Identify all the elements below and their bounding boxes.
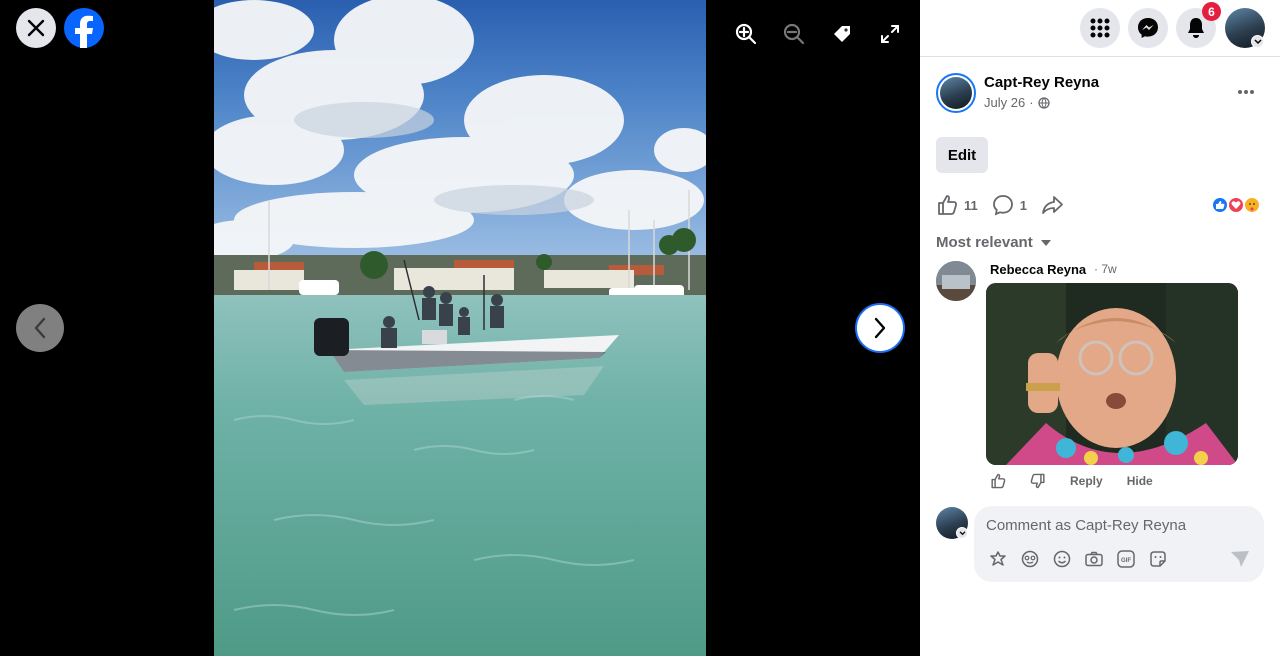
gif-button[interactable]: GIF: [1116, 550, 1136, 568]
commenter-name[interactable]: Rebecca Reyna: [990, 262, 1086, 277]
globe-icon[interactable]: [1037, 96, 1050, 109]
post-action-bar: 11 1: [936, 192, 1077, 218]
zoom-out-icon: [783, 23, 805, 45]
fullscreen-button[interactable]: [870, 14, 910, 54]
tag-icon: [834, 26, 850, 42]
send-icon: [1231, 551, 1249, 567]
chevron-right-icon: [874, 317, 886, 339]
comment-hide-button[interactable]: Hide: [1127, 474, 1153, 488]
chevron-left-icon: [34, 317, 46, 339]
menu-button[interactable]: [1080, 8, 1120, 48]
account-chevron[interactable]: [1251, 35, 1264, 48]
menu-grid-icon: [1090, 18, 1110, 38]
avatar: [940, 77, 972, 109]
composer-tools: GIF: [988, 550, 1168, 568]
share-icon: [1042, 196, 1063, 214]
thumbs-up-icon: [991, 473, 1006, 489]
messenger-icon: [1138, 18, 1158, 38]
notification-count-badge: 6: [1202, 2, 1221, 21]
sticker-button[interactable]: [1148, 550, 1168, 568]
photo-button[interactable]: [1084, 550, 1104, 568]
post-author-avatar[interactable]: [936, 73, 976, 113]
camera-icon: [1085, 551, 1103, 567]
post-photo[interactable]: [214, 0, 706, 656]
face-icon: [1021, 550, 1039, 568]
chevron-down-icon: [959, 530, 965, 535]
photo-viewer: [0, 0, 920, 656]
close-viewer-button[interactable]: [16, 8, 56, 48]
comment-sort-dropdown[interactable]: Most relevant: [936, 234, 1051, 251]
comment-reply-button[interactable]: Reply: [1070, 474, 1103, 488]
sort-label: Most relevant: [936, 234, 1033, 251]
gif-image: [986, 283, 1238, 465]
messenger-button[interactable]: [1128, 8, 1168, 48]
notifications-icon: [1188, 18, 1204, 38]
zoom-in-button[interactable]: [726, 14, 766, 54]
comment-actions: Reply Hide: [990, 473, 1177, 489]
zoom-out-button[interactable]: [774, 14, 814, 54]
commenter-avatar[interactable]: [936, 261, 976, 301]
caret-down-icon: [1040, 239, 1051, 246]
edit-post-button[interactable]: Edit: [936, 137, 988, 173]
like-count: 11: [964, 197, 978, 213]
post-author-name[interactable]: Capt-Rey Reyna: [984, 74, 1099, 91]
next-photo-button[interactable]: [855, 303, 905, 353]
zoom-in-icon: [735, 23, 757, 45]
sticker-icon: [1150, 551, 1166, 567]
reaction-summary[interactable]: [1211, 196, 1261, 214]
avatar-sticker-icon: [990, 551, 1006, 566]
thumbs-down-icon: [1030, 473, 1045, 489]
facebook-logo-icon: [75, 15, 93, 48]
boat-photo-image: [214, 0, 706, 656]
svg-text:GIF: GIF: [1121, 558, 1131, 564]
emoji-icon: [1053, 550, 1071, 568]
post-date[interactable]: July 26: [984, 95, 1025, 110]
chevron-down-icon: [1253, 38, 1262, 44]
send-comment-button[interactable]: [1230, 550, 1250, 573]
post-options-button[interactable]: [1230, 76, 1262, 108]
emoji-face-button[interactable]: [1020, 550, 1040, 568]
comment-gif[interactable]: [986, 283, 1238, 465]
fullscreen-icon: [881, 25, 899, 43]
comment-input[interactable]: [986, 514, 1246, 536]
facebook-logo[interactable]: [64, 8, 104, 48]
more-options-icon: [1238, 90, 1254, 94]
close-icon: [27, 19, 45, 37]
previous-photo-button[interactable]: [16, 304, 64, 352]
top-navigation-bar: [920, 0, 1280, 57]
gif-icon: GIF: [1117, 550, 1135, 568]
comment-timestamp[interactable]: · 7w: [1094, 262, 1117, 276]
comment-dislike-button[interactable]: [1030, 473, 1046, 489]
like-button[interactable]: 11: [936, 194, 978, 216]
comment-button[interactable]: 1: [992, 194, 1027, 216]
meta-separator: ·: [1029, 95, 1034, 110]
tag-button[interactable]: [822, 14, 862, 54]
emoji-button[interactable]: [1052, 550, 1072, 568]
post-meta: July 26 ·: [984, 95, 1050, 110]
share-button[interactable]: [1041, 194, 1063, 216]
avatar: [936, 261, 976, 301]
care-reaction-icon: [1243, 196, 1261, 214]
post-side-panel: Capt-Rey Reyna July 26 · Edit 11 1 Most …: [920, 0, 1280, 656]
comment-icon: [992, 195, 1013, 216]
comment-like-button[interactable]: [990, 473, 1006, 489]
thumbs-up-icon: [938, 195, 958, 215]
avatar-sticker-button[interactable]: [988, 550, 1008, 568]
comment-composer: GIF: [974, 506, 1264, 582]
current-user-chevron[interactable]: [956, 527, 968, 539]
comment-count: 1: [1019, 197, 1027, 213]
